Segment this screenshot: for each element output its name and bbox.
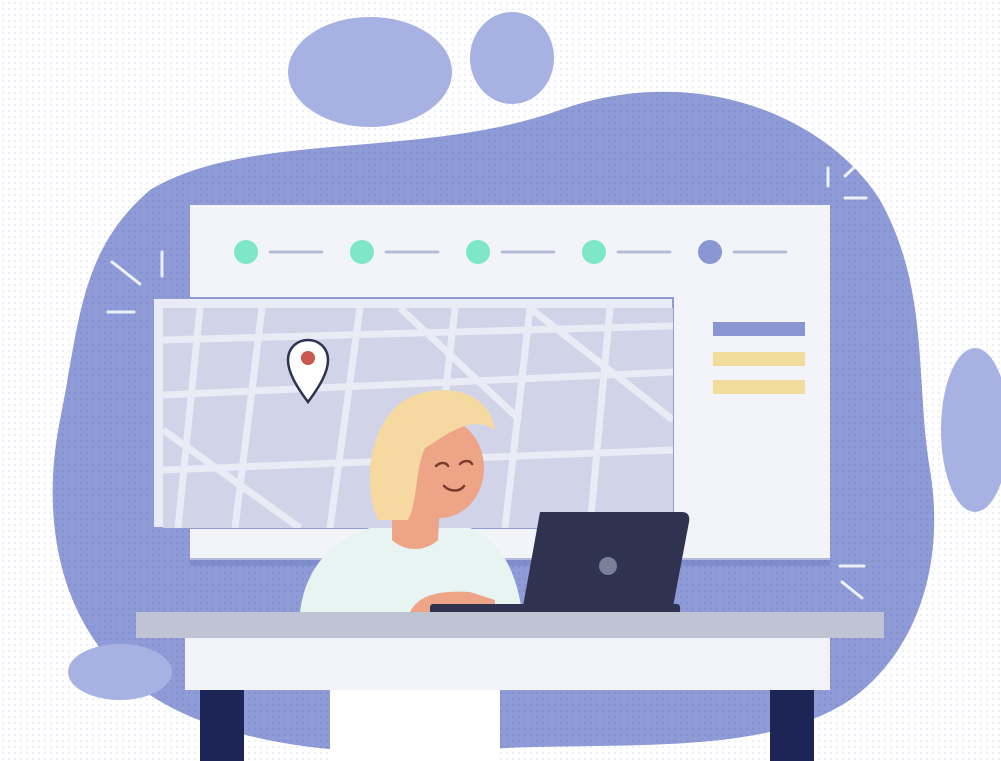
desk-top <box>136 612 884 638</box>
progress-step-5-current <box>698 240 722 264</box>
progress-step-2-done <box>350 240 374 264</box>
sidebar-bar-secondary-2 <box>713 380 805 394</box>
blob-top-right <box>470 12 554 104</box>
sidebar-bar-secondary-1 <box>713 352 805 366</box>
sidebar-bar-primary <box>713 322 805 336</box>
progress-step-1-done <box>234 240 258 264</box>
progress-step-4-done <box>582 240 606 264</box>
illustration <box>0 0 1001 761</box>
blob-top-left <box>288 17 452 127</box>
screen-window-shadow <box>190 558 830 566</box>
laptop-logo-icon <box>599 557 617 575</box>
progress-step-3-done <box>466 240 490 264</box>
desk-leg-left <box>200 690 244 761</box>
desk-leg-right <box>770 690 814 761</box>
desk-panel <box>330 690 500 761</box>
blob-bottom-left <box>68 644 172 700</box>
location-pin-dot <box>301 351 315 365</box>
desk-front <box>185 638 830 690</box>
